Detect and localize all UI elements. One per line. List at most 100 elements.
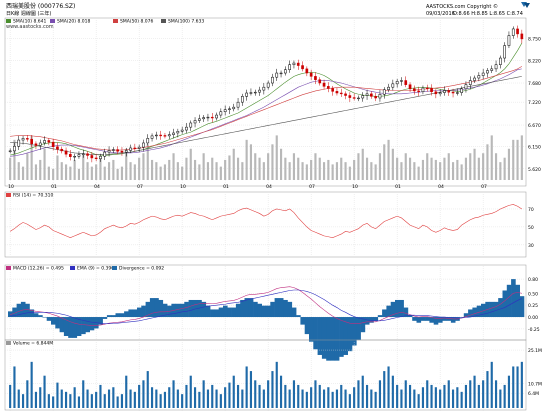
volume-bar bbox=[39, 387, 42, 408]
candle bbox=[56, 142, 59, 154]
volume-bar bbox=[421, 387, 425, 408]
candle-body bbox=[438, 92, 442, 95]
volume-bar bbox=[391, 375, 394, 408]
price-volume-bar bbox=[400, 162, 403, 180]
volume-bar bbox=[193, 387, 197, 408]
macd-y-tick: 0.00 bbox=[528, 315, 538, 321]
candle bbox=[352, 93, 356, 101]
price-volume-bar bbox=[181, 166, 184, 180]
volume-bar bbox=[267, 380, 270, 408]
price-y-tick: 6.150 bbox=[528, 145, 541, 151]
volume-bar bbox=[47, 394, 50, 408]
candle-body bbox=[176, 131, 180, 134]
volume-bar bbox=[318, 384, 321, 408]
candle-body bbox=[361, 95, 365, 99]
candle-body bbox=[421, 87, 425, 93]
divergence-bar bbox=[184, 301, 189, 318]
volume-bar bbox=[60, 389, 63, 408]
candle bbox=[210, 112, 214, 123]
price-volume-bar bbox=[344, 162, 347, 180]
price-volume-bar bbox=[271, 144, 274, 180]
candle-body bbox=[180, 129, 184, 132]
candle-body bbox=[34, 143, 38, 146]
candle bbox=[301, 61, 304, 72]
price-volume-bar bbox=[335, 162, 339, 180]
volume-bar bbox=[125, 375, 128, 408]
price-volume-bar bbox=[90, 166, 93, 180]
candle-body bbox=[395, 81, 399, 85]
candle-body bbox=[17, 139, 21, 147]
volume-bar bbox=[112, 387, 115, 408]
candle bbox=[202, 115, 205, 122]
candle-body bbox=[387, 86, 390, 90]
price-y-tick: 5.620 bbox=[528, 167, 541, 173]
candle bbox=[159, 130, 162, 140]
price-volume-bar bbox=[64, 164, 68, 180]
candle bbox=[60, 146, 64, 154]
price-volume-bar bbox=[211, 157, 214, 180]
price-volume-bar bbox=[383, 144, 386, 180]
volume-bar bbox=[99, 384, 102, 408]
volume-bar bbox=[413, 389, 416, 408]
price-volume-bar bbox=[443, 157, 446, 180]
candle-body bbox=[103, 151, 107, 157]
price-volume-bar bbox=[120, 166, 124, 180]
candle bbox=[387, 83, 390, 93]
divergence-bar bbox=[81, 317, 86, 335]
candle-body bbox=[172, 132, 175, 135]
candle bbox=[103, 148, 107, 161]
candle-body bbox=[296, 62, 300, 66]
volume-bar bbox=[284, 384, 287, 408]
price-volume-bar bbox=[39, 159, 42, 180]
candle-body bbox=[520, 33, 524, 40]
price-volume-bar bbox=[520, 135, 523, 180]
x-tick-label: 07 bbox=[309, 184, 315, 190]
candle-body bbox=[219, 111, 223, 116]
candle bbox=[245, 89, 248, 101]
candle-body bbox=[322, 82, 326, 87]
legend-macd: MACD (12,26) = 0.495 bbox=[13, 266, 64, 272]
divergence-bar bbox=[321, 317, 327, 359]
price-volume-bar bbox=[322, 162, 326, 180]
price-volume-bar bbox=[103, 166, 106, 180]
price-volume-bar bbox=[305, 164, 308, 180]
volume-bar bbox=[469, 380, 472, 408]
volume-bar bbox=[486, 371, 489, 408]
price-volume-bar bbox=[361, 148, 364, 180]
volume-bar bbox=[120, 394, 124, 408]
rsi-panel: 70 50 30 RSI (14) = 70.310 bbox=[4, 191, 534, 258]
volume-bar bbox=[348, 394, 351, 408]
divergence-bar bbox=[261, 305, 267, 318]
legend-rsi: RSI (14) = 70.310 bbox=[13, 193, 53, 199]
price-volume-bar bbox=[262, 162, 265, 180]
price-volume-bar bbox=[486, 144, 489, 180]
volume-bar bbox=[383, 371, 386, 408]
candle bbox=[421, 85, 425, 95]
candle-body bbox=[305, 68, 309, 74]
price-volume-bar bbox=[142, 153, 145, 180]
volume-bar bbox=[331, 391, 334, 408]
candle-body bbox=[236, 101, 240, 108]
candle bbox=[391, 79, 395, 91]
divergence-bar bbox=[115, 313, 121, 318]
legend-sma100: SMA(100) 7.633 bbox=[168, 19, 204, 25]
price-volume-bar bbox=[43, 148, 46, 180]
volume-bar bbox=[503, 384, 506, 408]
volume-bar bbox=[159, 394, 162, 408]
price-volume-bar bbox=[473, 148, 476, 180]
candle-body bbox=[116, 149, 119, 152]
candle-body bbox=[365, 93, 369, 96]
divergence-bar bbox=[442, 317, 447, 321]
volume-bar bbox=[215, 389, 218, 408]
candle bbox=[395, 78, 399, 88]
candle-body bbox=[301, 65, 304, 70]
volume-bar bbox=[340, 384, 343, 408]
divergence-bar bbox=[46, 317, 52, 321]
x-tick-label: 01 bbox=[395, 184, 401, 190]
price-y-tick: 8.750 bbox=[528, 36, 541, 42]
price-volume-bar bbox=[146, 144, 149, 180]
price-volume-bar bbox=[26, 153, 29, 180]
volume-bar bbox=[26, 380, 29, 408]
candle bbox=[253, 89, 257, 96]
macd-y-tick: -0.25 bbox=[528, 327, 540, 333]
